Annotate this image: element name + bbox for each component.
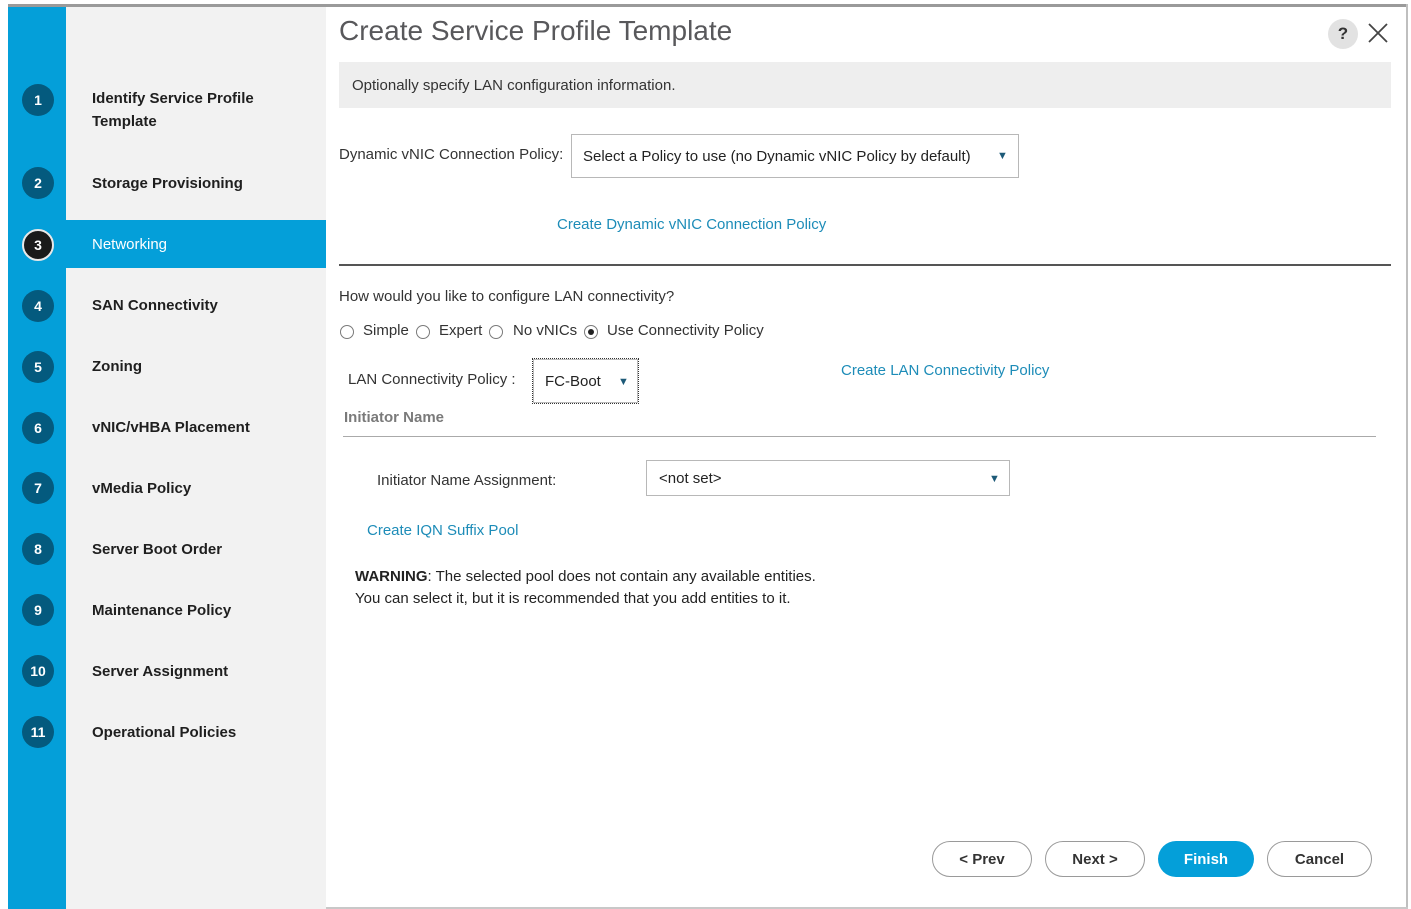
finish-button-label: Finish bbox=[1183, 850, 1229, 868]
sidebar-item-label: vNIC/vHBA Placement bbox=[92, 418, 250, 436]
lan-connectivity-policy-label: LAN Connectivity Policy : bbox=[348, 371, 516, 388]
radio-expert[interactable] bbox=[416, 325, 430, 339]
sidebar-item-san-connectivity[interactable]: SAN Connectivity bbox=[66, 282, 326, 328]
dynamic-vnic-policy-select[interactable]: Select a Policy to use (no Dynamic vNIC … bbox=[571, 134, 1019, 178]
prev-button[interactable]: < Prev bbox=[932, 841, 1032, 877]
dialog-title: Create Service Profile Template bbox=[339, 15, 733, 46]
pool-warning: WARNING: The selected pool does not cont… bbox=[355, 566, 816, 610]
sidebar-item-vnic-vhba-placement[interactable]: vNIC/vHBA Placement bbox=[66, 404, 326, 450]
sidebar-item-operational-policies[interactable]: Operational Policies bbox=[66, 709, 326, 755]
sidebar-item-label: Identify Service Profile Template bbox=[92, 90, 254, 130]
radio-use-connectivity-policy[interactable] bbox=[584, 325, 598, 339]
dynamic-vnic-policy-value: Select a Policy to use (no Dynamic vNIC … bbox=[583, 147, 971, 165]
lan-connectivity-policy-select[interactable]: FC-Boot ▼ bbox=[532, 358, 639, 404]
create-iqn-suffix-pool-link[interactable]: Create IQN Suffix Pool bbox=[367, 522, 518, 539]
sidebar-item-label: Operational Policies bbox=[92, 723, 237, 741]
step-number-badge[interactable]: 5 bbox=[22, 351, 54, 383]
radio-simple-label[interactable]: Simple bbox=[363, 322, 409, 339]
initiator-name-assignment-label: Initiator Name Assignment: bbox=[377, 472, 557, 489]
step-number-badge[interactable]: 11 bbox=[22, 716, 54, 748]
lan-connectivity-question: How would you like to configure LAN conn… bbox=[339, 288, 675, 305]
next-button[interactable]: Next > bbox=[1045, 841, 1145, 877]
step-number-badge[interactable]: 8 bbox=[22, 533, 54, 565]
sidebar-item-label: Maintenance Policy bbox=[92, 601, 232, 619]
warning-label: WARNING bbox=[355, 568, 428, 585]
initiator-name-assignment-value: <not set> bbox=[659, 469, 722, 487]
lan-connectivity-policy-value: FC-Boot bbox=[545, 372, 601, 390]
step-number-badge[interactable]: 7 bbox=[22, 472, 54, 504]
next-button-label: Next > bbox=[1072, 850, 1118, 868]
sidebar-item-zoning[interactable]: Zoning bbox=[66, 343, 326, 389]
section-divider bbox=[339, 264, 1391, 266]
sidebar-item-maintenance-policy[interactable]: Maintenance Policy bbox=[66, 587, 326, 633]
chevron-down-icon: ▼ bbox=[997, 150, 1008, 162]
create-lan-connectivity-policy-link[interactable]: Create LAN Connectivity Policy bbox=[841, 362, 1049, 379]
initiator-name-heading: Initiator Name bbox=[344, 409, 445, 426]
sidebar-item-identify-service-profile-template[interactable]: Identify Service Profile Template bbox=[66, 76, 326, 144]
sidebar-item-label: Networking bbox=[92, 235, 168, 253]
warning-line-1: WARNING: The selected pool does not cont… bbox=[355, 566, 816, 588]
sidebar-item-server-boot-order[interactable]: Server Boot Order bbox=[66, 526, 326, 572]
prev-button-label: < Prev bbox=[959, 850, 1005, 868]
create-dynamic-vnic-policy-link[interactable]: Create Dynamic vNIC Connection Policy bbox=[557, 216, 826, 233]
radio-expert-label[interactable]: Expert bbox=[439, 322, 482, 339]
step-number-badge[interactable]: 10 bbox=[22, 655, 54, 687]
help-icon: ? bbox=[1337, 24, 1349, 43]
warning-line-2: You can select it, but it is recommended… bbox=[355, 590, 791, 607]
sidebar-item-label: vMedia Policy bbox=[92, 479, 192, 497]
radio-no-vnics[interactable] bbox=[489, 325, 503, 339]
sidebar-item-label: Zoning bbox=[92, 357, 142, 375]
info-text: Optionally specify LAN configuration inf… bbox=[352, 76, 676, 94]
initiator-name-assignment-select[interactable]: <not set> ▼ bbox=[646, 460, 1010, 496]
radio-use-connectivity-policy-label[interactable]: Use Connectivity Policy bbox=[607, 322, 764, 339]
cancel-button-label: Cancel bbox=[1294, 850, 1345, 868]
close-button[interactable] bbox=[1366, 21, 1390, 45]
warning-text: : The selected pool does not contain any… bbox=[427, 568, 816, 585]
step-rail bbox=[8, 7, 66, 909]
step-number-badge-active[interactable]: 3 bbox=[22, 229, 54, 261]
step-number-badge[interactable]: 6 bbox=[22, 412, 54, 444]
cancel-button[interactable]: Cancel bbox=[1267, 841, 1372, 877]
sidebar-item-storage-provisioning[interactable]: Storage Provisioning bbox=[66, 160, 326, 206]
window-right-border bbox=[1406, 4, 1408, 909]
step-number-badge[interactable]: 9 bbox=[22, 594, 54, 626]
finish-button[interactable]: Finish bbox=[1158, 841, 1254, 877]
chevron-down-icon: ▼ bbox=[618, 376, 629, 388]
initiator-divider bbox=[343, 436, 1376, 437]
close-icon bbox=[1368, 23, 1388, 43]
radio-simple[interactable] bbox=[340, 325, 354, 339]
step-number-badge[interactable]: 1 bbox=[22, 84, 54, 116]
sidebar-item-vmedia-policy[interactable]: vMedia Policy bbox=[66, 465, 326, 511]
sidebar-item-label: Server Assignment bbox=[92, 662, 229, 680]
sidebar-item-server-assignment[interactable]: Server Assignment bbox=[66, 648, 326, 694]
sidebar-item-networking[interactable]: Networking bbox=[66, 220, 326, 268]
step-number-badge[interactable]: 4 bbox=[22, 290, 54, 322]
sidebar-item-label: SAN Connectivity bbox=[92, 296, 218, 314]
help-button[interactable]: ? bbox=[1328, 19, 1358, 49]
step-number-badge[interactable]: 2 bbox=[22, 167, 54, 199]
dynamic-vnic-policy-label: Dynamic vNIC Connection Policy: bbox=[339, 146, 564, 163]
radio-no-vnics-label[interactable]: No vNICs bbox=[513, 322, 577, 339]
sidebar-item-label: Storage Provisioning bbox=[92, 174, 243, 192]
chevron-down-icon: ▼ bbox=[989, 473, 1000, 485]
sidebar-item-label: Server Boot Order bbox=[92, 540, 223, 558]
info-bar: Optionally specify LAN configuration inf… bbox=[339, 62, 1391, 108]
